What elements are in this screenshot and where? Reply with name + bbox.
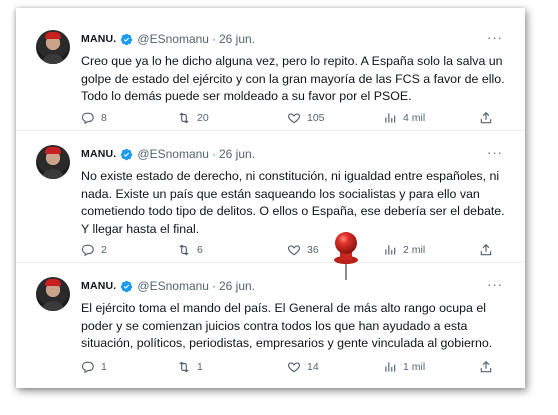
tweet-3[interactable]: MANU. @ESnomanu · 26 jun. ··· El ejércit… [16, 262, 525, 388]
reply-icon [81, 244, 94, 257]
like-button[interactable]: 14 [287, 359, 319, 375]
share-button[interactable] [479, 242, 499, 258]
avatar[interactable] [36, 145, 70, 179]
like-icon [287, 245, 301, 256]
share-icon [480, 111, 492, 124]
tweet-header: MANU. @ESnomanu · 26 jun. [81, 145, 255, 163]
separator-dot: · [211, 279, 216, 293]
tweet-text: No existe estado de derecho, ni constitu… [81, 169, 505, 236]
tweet-date[interactable]: 26 jun. [219, 279, 255, 293]
tweet-text: El ejército toma el mando del país. El G… [81, 301, 493, 350]
user-handle[interactable]: @ESnomanu [137, 279, 209, 293]
views-button[interactable]: 4 mil [383, 110, 425, 126]
views-icon [385, 245, 396, 255]
views-button[interactable]: 1 mil [383, 359, 425, 375]
reply-button[interactable]: 1 [81, 359, 107, 375]
share-button[interactable] [479, 359, 499, 375]
retweet-icon [179, 112, 189, 124]
tweet-date[interactable]: 26 jun. [219, 32, 255, 46]
separator-dot: · [211, 147, 216, 161]
tweet-thread-card: MANU. @ESnomanu · 26 jun. ··· Creo que y… [16, 8, 525, 388]
retweet-button[interactable]: 20 [177, 110, 209, 126]
tweet-header: MANU. @ESnomanu · 26 jun. [81, 277, 255, 295]
reply-count: 2 [101, 244, 107, 256]
reply-count: 8 [101, 112, 107, 124]
display-name[interactable]: MANU. [81, 33, 116, 45]
display-name[interactable]: MANU. [81, 280, 116, 292]
user-handle[interactable]: @ESnomanu [137, 147, 209, 161]
like-button[interactable]: 36 [287, 242, 319, 258]
tweet-actions: 2 6 36 2 mil [81, 242, 521, 258]
views-count: 4 mil [403, 112, 426, 124]
like-icon [287, 113, 301, 124]
retweet-count: 1 [197, 361, 203, 373]
share-button[interactable] [479, 110, 499, 126]
display-name[interactable]: MANU. [81, 148, 116, 160]
views-count: 1 mil [403, 361, 426, 373]
share-icon [480, 243, 492, 256]
reply-button[interactable]: 8 [81, 110, 107, 126]
more-icon[interactable]: ··· [487, 30, 503, 48]
tweet-2[interactable]: MANU. @ESnomanu · 26 jun. ··· No existe … [16, 130, 525, 263]
tweet-text: Creo que ya lo he dicho alguna vez, pero… [81, 54, 505, 103]
like-count: 105 [307, 112, 325, 124]
separator-dot: · [211, 32, 216, 46]
verified-icon [121, 148, 133, 160]
like-count: 36 [307, 244, 319, 256]
verified-icon [121, 280, 133, 292]
like-count: 14 [307, 361, 319, 373]
retweet-icon [179, 361, 189, 373]
reply-button[interactable]: 2 [81, 242, 107, 258]
retweet-count: 6 [197, 244, 203, 256]
more-icon[interactable]: ··· [487, 145, 503, 163]
retweet-icon [179, 244, 189, 256]
views-icon [385, 113, 396, 123]
tweet-date[interactable]: 26 jun. [219, 147, 255, 161]
tweet-header: MANU. @ESnomanu · 26 jun. [81, 30, 255, 48]
reply-icon [81, 112, 94, 125]
like-icon [287, 362, 301, 373]
reply-count: 1 [101, 361, 107, 373]
tweet-actions: 8 20 105 4 mil [81, 110, 521, 126]
user-handle[interactable]: @ESnomanu [137, 32, 209, 46]
pushpin-icon [334, 232, 358, 280]
more-icon[interactable]: ··· [487, 277, 503, 295]
tweet-1[interactable]: MANU. @ESnomanu · 26 jun. ··· Creo que y… [16, 8, 525, 130]
avatar[interactable] [36, 277, 70, 311]
avatar[interactable] [36, 30, 70, 64]
share-icon [480, 360, 492, 373]
retweet-button[interactable]: 6 [177, 242, 203, 258]
views-button[interactable]: 2 mil [383, 242, 425, 258]
retweet-count: 20 [197, 112, 209, 124]
tweet-actions: 1 1 14 1 mil [81, 359, 521, 375]
views-icon [385, 362, 396, 372]
retweet-button[interactable]: 1 [177, 359, 203, 375]
reply-icon [81, 361, 94, 374]
verified-icon [121, 33, 133, 45]
like-button[interactable]: 105 [287, 110, 325, 126]
views-count: 2 mil [403, 244, 426, 256]
